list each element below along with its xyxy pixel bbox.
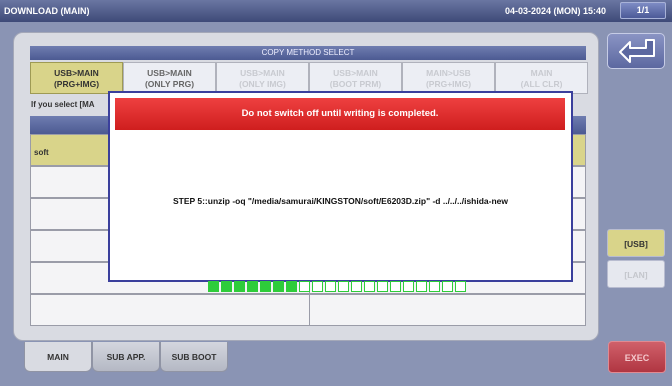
table-row[interactable] — [30, 294, 586, 326]
title-bar: DOWNLOAD (MAIN) 04-03-2024 (MON) 15:40 1… — [0, 0, 672, 22]
progress-segment — [429, 281, 440, 292]
info-text: If you select [MA — [31, 100, 95, 109]
progress-segment — [351, 281, 362, 292]
method-usb-main-boot-prm-button[interactable]: USB>MAIN (BOOT PRM) — [309, 62, 402, 94]
progress-segment — [377, 281, 388, 292]
method-label-line2: (ONLY PRG) — [144, 79, 195, 89]
step-text: STEP 5::unzip -oq "/media/samurai/KINGST… — [172, 196, 509, 206]
progress-segment — [221, 281, 232, 292]
tab-sub-app[interactable]: SUB APP. — [92, 342, 160, 372]
column-divider — [309, 295, 310, 325]
progress-segment — [260, 281, 271, 292]
method-label-line2: (BOOT PRM) — [329, 79, 382, 89]
progress-dialog: Do not switch off until writing is compl… — [108, 91, 573, 292]
tab-main[interactable]: MAIN — [24, 342, 92, 372]
warning-banner: Do not switch off until writing is compl… — [115, 98, 565, 130]
copy-method-header: COPY METHOD SELECT — [30, 46, 586, 60]
progress-segment — [364, 281, 375, 292]
method-label-line2: (PRG+IMG) — [425, 79, 472, 89]
method-main-usb-prg-img-button[interactable]: MAIN>USB (PRG+IMG) — [402, 62, 495, 94]
progress-segment — [299, 281, 310, 292]
progress-segment — [286, 281, 297, 292]
method-label-line1: USB>MAIN — [240, 68, 285, 78]
method-usb-main-only-img-button[interactable]: USB>MAIN (ONLY IMG) — [216, 62, 309, 94]
method-label-line1: USB>MAIN — [333, 68, 378, 78]
tab-sub-boot[interactable]: SUB BOOT — [160, 342, 228, 372]
method-main-all-clr-button[interactable]: MAIN (ALL CLR) — [495, 62, 588, 94]
progress-segment — [273, 281, 284, 292]
method-label-line1: MAIN — [530, 68, 553, 78]
progress-segment — [390, 281, 401, 292]
usb-button[interactable]: [USB] — [607, 229, 665, 257]
progress-bar — [208, 281, 466, 293]
progress-segment — [338, 281, 349, 292]
return-arrow-icon — [619, 39, 655, 63]
datetime-display: 04-03-2024 (MON) 15:40 — [505, 6, 607, 16]
progress-segment — [312, 281, 323, 292]
progress-segment — [208, 281, 219, 292]
method-usb-main-prg-img-button[interactable]: USB>MAIN (PRG+IMG) — [30, 62, 123, 94]
method-label-line2: (PRG+IMG) — [53, 79, 100, 89]
row-name: soft — [34, 148, 49, 157]
progress-segment — [247, 281, 258, 292]
method-label-line1: MAIN>USB — [426, 68, 471, 78]
method-label-line2: (ALL CLR) — [520, 79, 563, 89]
method-label-line1: USB>MAIN — [54, 68, 99, 78]
method-usb-main-only-prg-button[interactable]: USB>MAIN (ONLY PRG) — [123, 62, 216, 94]
back-button[interactable] — [607, 33, 665, 69]
progress-segment — [403, 281, 414, 292]
page-indicator: 1/1 — [620, 2, 666, 19]
method-label-line2: (ONLY IMG) — [239, 79, 286, 89]
method-label-line1: USB>MAIN — [147, 68, 192, 78]
window-title: DOWNLOAD (MAIN) — [4, 6, 90, 16]
exec-button[interactable]: EXEC — [608, 341, 666, 373]
progress-segment — [325, 281, 336, 292]
progress-segment — [416, 281, 427, 292]
progress-segment — [234, 281, 245, 292]
lan-button[interactable]: [LAN] — [607, 260, 665, 288]
progress-segment — [442, 281, 453, 292]
progress-segment — [455, 281, 466, 292]
